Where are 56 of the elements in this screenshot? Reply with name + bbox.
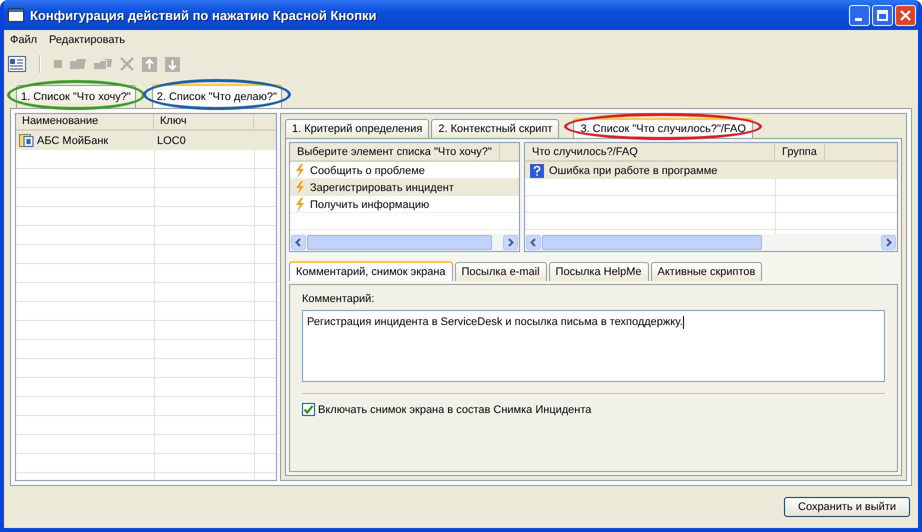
lightning-icon (295, 164, 305, 178)
minimize-button[interactable] (849, 4, 870, 26)
tab[interactable]: Комментарий, снимок экрана (289, 261, 453, 281)
list-item[interactable]: Сообщить о проблеме (290, 162, 519, 179)
tab[interactable]: 3. Список "Что случилось?"/FAQ (573, 118, 753, 138)
field-label: Комментарий: (302, 293, 376, 305)
list-item[interactable]: Зарегистрировать инцидент (290, 179, 519, 196)
column-header[interactable]: Что случилось?/FAQ (525, 143, 775, 160)
column-header[interactable]: Ключ (154, 114, 254, 129)
tab[interactable]: 1. Критерий определения (285, 119, 430, 138)
window-title: Конфигурация действий по нажатию Красной Кнопки (30, 8, 378, 22)
scroll-left-icon[interactable] (526, 235, 541, 250)
scroll-thumb[interactable] (542, 235, 762, 250)
tab[interactable]: Посылка e-mail (454, 262, 547, 281)
list-item[interactable]: Получить информацию (290, 196, 519, 213)
comment-field[interactable]: Регистрация инцидента в ServiceDesk и посылка письма в техподдержку. (302, 310, 885, 382)
table-cell-text: LOC0 (156, 134, 187, 148)
menu-item[interactable]: Файл (10, 34, 38, 46)
database-icon (19, 134, 34, 147)
document-icon (8, 56, 26, 72)
minimize-icon (854, 18, 862, 20)
lightning-icon (295, 180, 305, 194)
tab[interactable]: Активные скриптов (650, 262, 762, 281)
checkbox-label: Включать снимок экрана в состав Снимка Инцидента (318, 404, 592, 416)
window-icon (8, 8, 24, 22)
cell-text: АБС МойБанк (37, 134, 108, 146)
tab[interactable]: 1. Список "Что хочу?" (16, 85, 136, 108)
maximize-icon (877, 10, 888, 20)
cross-icon (120, 57, 134, 71)
checkbox[interactable] (302, 403, 315, 416)
tab[interactable]: Посылка HelpMe (548, 262, 649, 281)
maximize-button[interactable] (872, 4, 893, 26)
question-icon (530, 164, 544, 178)
scroll-left-icon[interactable] (291, 235, 306, 250)
menu-item[interactable]: Редактировать (49, 34, 126, 46)
list-item[interactable]: Ошибка при работе в программе (525, 162, 897, 179)
folders-icon (94, 59, 112, 69)
tab[interactable]: 2. Контекстный скрипт (431, 119, 560, 138)
toolbar-button[interactable] (7, 55, 27, 73)
close-button[interactable] (895, 4, 916, 26)
folder-icon (70, 59, 86, 69)
table-row[interactable]: АБС МойБанк LOC0 (16, 131, 276, 150)
up-arrow-icon (142, 56, 157, 72)
horizontal-scrollbar[interactable] (290, 234, 519, 251)
lightning-icon (295, 198, 305, 212)
down-arrow-icon (165, 56, 180, 72)
horizontal-scrollbar[interactable] (525, 234, 897, 251)
square-icon (54, 60, 62, 68)
close-icon (900, 10, 911, 20)
column-header[interactable]: Наименование (16, 114, 154, 129)
column-header[interactable]: Группа (775, 143, 825, 160)
scroll-thumb[interactable] (307, 235, 492, 250)
tab[interactable]: 2. Список "Что делаю?" (152, 84, 282, 108)
scroll-right-icon[interactable] (503, 235, 518, 250)
scroll-right-icon[interactable] (881, 235, 896, 250)
save-button[interactable]: Сохранить и выйти (784, 497, 910, 517)
